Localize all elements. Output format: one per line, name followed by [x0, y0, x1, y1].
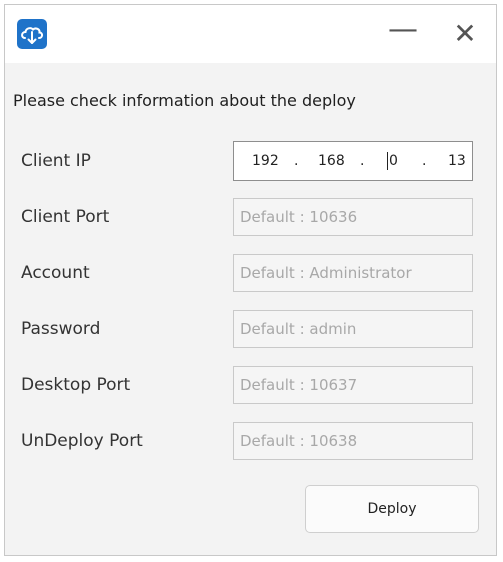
- client-port-field[interactable]: [233, 198, 473, 236]
- ip-octet-2[interactable]: 168: [318, 142, 345, 180]
- ip-octet-3[interactable]: 0: [389, 142, 398, 180]
- deploy-button[interactable]: Deploy: [305, 485, 479, 533]
- undeploy-port-label: UnDeploy Port: [21, 431, 143, 451]
- title-bar[interactable]: — ✕: [5, 5, 496, 63]
- ip-octet-4[interactable]: 13: [448, 142, 466, 180]
- desktop-port-input[interactable]: [234, 367, 472, 403]
- ip-separator: .: [294, 153, 299, 169]
- client-ip-label: Client IP: [21, 151, 91, 171]
- close-button[interactable]: ✕: [445, 17, 485, 51]
- client-ip-input[interactable]: 192 . 168 . 0 . 13: [233, 141, 473, 181]
- desktop-port-field[interactable]: [233, 366, 473, 404]
- deploy-dialog: — ✕ Please check information about the d…: [4, 4, 497, 556]
- account-field[interactable]: [233, 254, 473, 292]
- password-field[interactable]: [233, 310, 473, 348]
- text-caret: [387, 152, 388, 170]
- ip-separator: .: [360, 153, 365, 169]
- minimize-button[interactable]: —: [383, 15, 423, 51]
- dialog-heading: Please check information about the deplo…: [13, 91, 356, 110]
- account-label: Account: [21, 263, 90, 283]
- undeploy-port-field[interactable]: [233, 422, 473, 460]
- ip-octet-1[interactable]: 192: [252, 142, 279, 180]
- ip-separator: .: [422, 153, 427, 169]
- client-port-input[interactable]: [234, 199, 472, 235]
- client-port-label: Client Port: [21, 207, 110, 227]
- undeploy-port-input[interactable]: [234, 423, 472, 459]
- desktop-port-label: Desktop Port: [21, 375, 131, 395]
- cloud-download-icon: [17, 19, 47, 49]
- password-label: Password: [21, 319, 101, 339]
- password-input[interactable]: [234, 311, 472, 347]
- account-input[interactable]: [234, 255, 472, 291]
